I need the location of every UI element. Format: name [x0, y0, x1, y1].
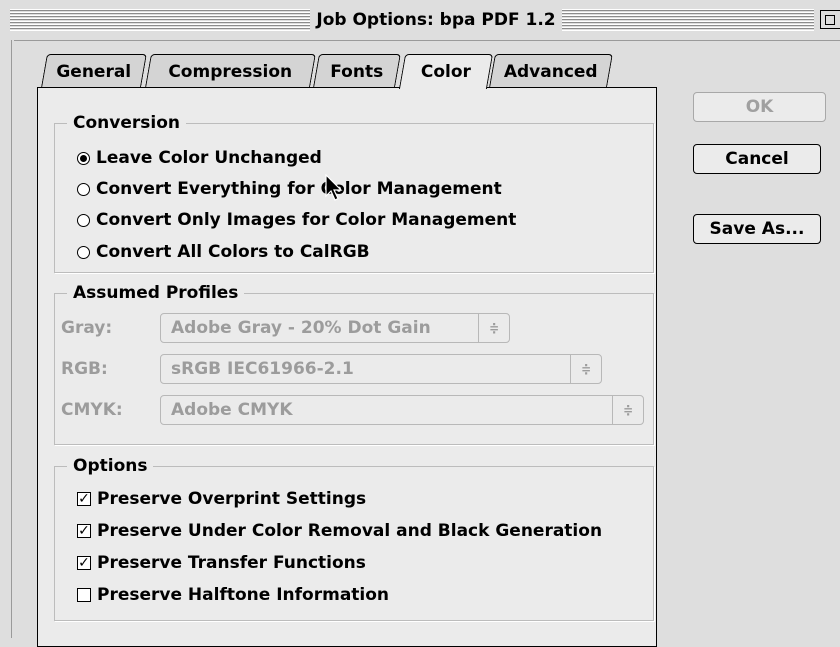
- mouse-pointer-icon: [325, 174, 343, 201]
- assumed-profiles-legend: Assumed Profiles: [67, 282, 245, 304]
- tab-label: Advanced: [503, 62, 598, 82]
- tab-general[interactable]: General: [41, 54, 147, 87]
- radio-button[interactable]: [77, 213, 90, 227]
- tab-color[interactable]: Color: [398, 54, 494, 89]
- radio-convert-only-images[interactable]: Convert Only Images for Color Management: [77, 208, 516, 232]
- title-bar-stripes-left: [10, 9, 310, 31]
- tab-compression[interactable]: Compression: [145, 54, 316, 87]
- save-as-button[interactable]: Save As...: [693, 214, 821, 244]
- color-tab-panel: Conversion Leave Color Unchanged Convert…: [37, 87, 657, 647]
- gray-label: Gray:: [61, 318, 113, 338]
- window-left-edge: [0, 40, 14, 638]
- checkbox-preserve-halftone[interactable]: Preserve Halftone Information: [77, 583, 389, 607]
- cmyk-profile-popup[interactable]: Adobe CMYK ≑: [160, 395, 644, 425]
- checkbox-label: Preserve Halftone Information: [97, 585, 390, 605]
- tab-fonts[interactable]: Fonts: [313, 54, 401, 87]
- rgb-label: RGB:: [61, 359, 108, 379]
- checkbox-checked-icon[interactable]: ✓: [77, 556, 91, 570]
- cancel-button[interactable]: Cancel: [693, 144, 821, 174]
- popup-arrows-icon: ≑: [478, 314, 509, 342]
- tab-label: Compression: [168, 62, 293, 82]
- checkbox-checked-icon[interactable]: ✓: [77, 492, 91, 506]
- radio-convert-everything[interactable]: Convert Everything for Color Management: [77, 177, 502, 201]
- checkbox-preserve-transfer[interactable]: ✓ Preserve Transfer Functions: [77, 551, 366, 575]
- checkbox-preserve-overprint[interactable]: ✓ Preserve Overprint Settings: [77, 487, 366, 511]
- radio-label: Convert All Colors to CalRGB: [96, 242, 370, 262]
- options-legend: Options: [67, 455, 154, 477]
- window-title: Job Options: bpa PDF 1.2: [310, 9, 562, 31]
- tab-label: Color: [420, 62, 471, 82]
- cmyk-profile-value: Adobe CMYK: [171, 400, 293, 420]
- checkbox-label: Preserve Overprint Settings: [97, 489, 367, 509]
- popup-arrows-icon: ≑: [570, 355, 601, 383]
- checkbox-preserve-ucr-bg[interactable]: ✓ Preserve Under Color Removal and Black…: [77, 519, 602, 543]
- tab-advanced[interactable]: Advanced: [489, 54, 613, 87]
- assumed-profiles-group: Assumed Profiles Gray: Adobe Gray - 20% …: [54, 282, 654, 445]
- title-bar[interactable]: Job Options: bpa PDF 1.2: [0, 0, 840, 41]
- options-group: Options ✓ Preserve Overprint Settings ✓ …: [54, 455, 654, 621]
- radio-button[interactable]: [77, 245, 90, 259]
- rgb-profile-value: sRGB IEC61966-2.1: [171, 359, 354, 379]
- checkbox-checked-icon[interactable]: ✓: [77, 524, 91, 538]
- window-collapse-box[interactable]: [820, 10, 840, 29]
- radio-button[interactable]: [77, 182, 90, 196]
- tab-label: Fonts: [330, 62, 384, 82]
- popup-arrows-icon: ≑: [612, 396, 643, 424]
- radio-leave-color-unchanged[interactable]: Leave Color Unchanged: [77, 146, 322, 170]
- checkbox-label: Preserve Transfer Functions: [97, 553, 366, 573]
- checkbox-label: Preserve Under Color Removal and Black G…: [97, 521, 603, 541]
- tab-label: General: [56, 62, 132, 82]
- conversion-legend: Conversion: [67, 112, 186, 134]
- radio-label: Convert Everything for Color Management: [96, 179, 502, 199]
- cmyk-label: CMYK:: [61, 400, 123, 420]
- title-bar-stripes-right: [562, 9, 814, 31]
- ok-button[interactable]: OK: [693, 92, 826, 122]
- rgb-profile-popup[interactable]: sRGB IEC61966-2.1 ≑: [160, 354, 602, 384]
- gray-profile-popup[interactable]: Adobe Gray - 20% Dot Gain ≑: [160, 313, 510, 343]
- conversion-group: Conversion Leave Color Unchanged Convert…: [54, 112, 654, 273]
- gray-profile-value: Adobe Gray - 20% Dot Gain: [171, 318, 431, 338]
- radio-label: Leave Color Unchanged: [96, 148, 322, 168]
- radio-convert-to-calrgb[interactable]: Convert All Colors to CalRGB: [77, 240, 370, 264]
- checkbox-unchecked-icon[interactable]: [77, 588, 91, 602]
- radio-label: Convert Only Images for Color Management: [96, 210, 517, 230]
- radio-button[interactable]: [77, 151, 90, 165]
